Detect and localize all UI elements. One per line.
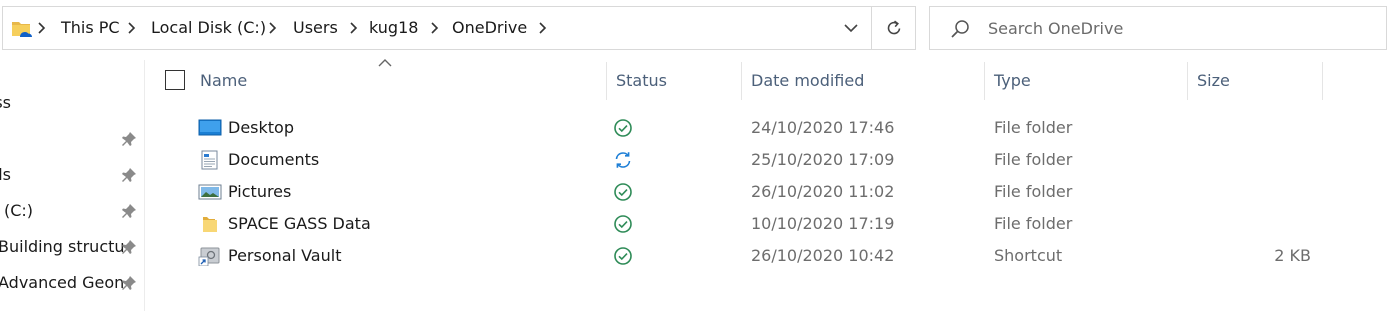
file-row[interactable]: Personal Vault 26/10/2020 10:42 Shortcut… [150, 240, 1326, 272]
file-name[interactable]: SPACE GASS Data [228, 208, 371, 240]
breadcrumb-separator-icon[interactable] [534, 7, 552, 49]
file-date-modified: 26/10/2020 11:02 [751, 182, 895, 201]
nav-item-label: (C:) [4, 201, 34, 220]
file-name[interactable]: Documents [228, 144, 319, 176]
file-type: File folder [994, 182, 1073, 201]
documents-folder-icon [201, 150, 218, 170]
nav-item[interactable] [0, 122, 144, 156]
nav-item-label: ss [0, 93, 11, 112]
search-icon [951, 20, 969, 38]
pin-icon [122, 204, 136, 218]
nav-item[interactable]: Building structu [0, 230, 144, 264]
nav-item-label: Building structu [0, 237, 125, 256]
column-header-type[interactable]: Type [994, 62, 1031, 100]
file-name[interactable]: Desktop [228, 112, 294, 144]
refresh-button[interactable] [871, 7, 916, 49]
column-header-status[interactable]: Status [616, 62, 667, 100]
column-divider[interactable] [1322, 62, 1323, 100]
check-circle-icon [614, 119, 632, 137]
pin-icon [122, 276, 136, 290]
column-divider[interactable] [984, 62, 985, 100]
file-type: File folder [994, 118, 1073, 137]
file-name[interactable]: Personal Vault [228, 240, 341, 272]
file-date-modified: 26/10/2020 10:42 [751, 246, 895, 265]
breadcrumb-separator-icon[interactable] [345, 7, 363, 49]
file-date-modified: 24/10/2020 17:46 [751, 118, 895, 137]
breadcrumb-separator-icon[interactable] [33, 7, 51, 49]
vault-shortcut-icon [198, 247, 220, 266]
pictures-folder-icon [198, 184, 222, 200]
file-row[interactable]: Pictures 26/10/2020 11:02 File folder [150, 176, 1326, 208]
sync-icon [615, 152, 631, 168]
file-type: File folder [994, 150, 1073, 169]
nav-item[interactable]: ss [0, 86, 144, 120]
column-header-name[interactable]: Name [200, 62, 247, 100]
address-history-dropdown[interactable] [831, 7, 871, 49]
file-type: Shortcut [994, 246, 1063, 265]
search-box[interactable] [929, 6, 1387, 50]
address-bar[interactable]: This PC Local Disk (C:) Users kug18 OneD… [2, 6, 916, 50]
breadcrumb-onedrive[interactable]: OneDrive [452, 7, 527, 49]
folder-icon [203, 217, 217, 232]
sort-ascending-icon [378, 59, 392, 67]
breadcrumb-kug18[interactable]: kug18 [369, 7, 418, 49]
column-header-date-modified[interactable]: Date modified [751, 62, 864, 100]
pin-icon [122, 240, 136, 254]
file-row[interactable]: Desktop 24/10/2020 17:46 File folder [150, 112, 1326, 144]
column-divider[interactable] [741, 62, 742, 100]
breadcrumb-this-pc[interactable]: This PC [61, 7, 120, 49]
refresh-icon [887, 20, 901, 35]
breadcrumb-local-disk[interactable]: Local Disk (C:) [151, 7, 266, 49]
file-size: 2 KB [1274, 246, 1311, 265]
check-circle-icon [614, 183, 632, 201]
file-row[interactable]: Documents 25/10/2020 17:09 File folder [150, 144, 1326, 176]
nav-item-label: ds [0, 165, 11, 184]
file-date-modified: 10/10/2020 17:19 [751, 214, 895, 233]
check-circle-icon [614, 247, 632, 265]
nav-item[interactable]: ds [0, 158, 144, 192]
file-name[interactable]: Pictures [228, 176, 291, 208]
breadcrumb-separator-icon[interactable] [123, 7, 141, 49]
breadcrumb-separator-icon[interactable] [426, 7, 444, 49]
file-row[interactable]: SPACE GASS Data 10/10/2020 17:19 File fo… [150, 208, 1326, 240]
nav-item-label: Advanced Geon [0, 273, 125, 292]
nav-item[interactable]: Advanced Geon [0, 266, 144, 300]
column-header-size[interactable]: Size [1197, 62, 1230, 100]
breadcrumb-users[interactable]: Users [293, 7, 338, 49]
desktop-folder-icon [198, 119, 222, 136]
file-type: File folder [994, 214, 1073, 233]
search-input[interactable] [988, 7, 1368, 49]
check-circle-icon [614, 215, 632, 233]
pin-icon [122, 132, 136, 146]
column-divider[interactable] [606, 62, 607, 100]
breadcrumb-separator-icon[interactable] [264, 7, 282, 49]
pin-icon [122, 168, 136, 182]
select-all-checkbox[interactable] [165, 70, 185, 90]
chevron-down-icon [844, 23, 858, 32]
column-divider[interactable] [1187, 62, 1188, 100]
navigation-pane[interactable]: ss ds (C:) Building structu Advanced Geo… [0, 60, 145, 311]
file-date-modified: 25/10/2020 17:09 [751, 150, 895, 169]
onedrive-folder-icon [12, 22, 32, 37]
nav-item[interactable]: (C:) [0, 194, 144, 228]
